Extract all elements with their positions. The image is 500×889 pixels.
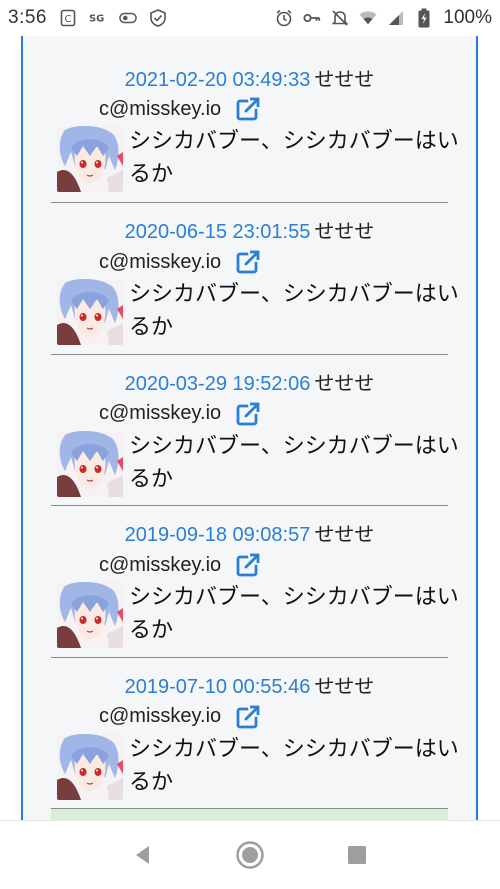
navigation-bar <box>0 820 500 889</box>
note-timestamp-link[interactable]: 2020-06-15 23:01:55 <box>125 221 311 243</box>
note-account-row: c@misskey.io <box>99 249 261 275</box>
note-text: シシカバブー、シシカバブーはいるか <box>129 281 459 339</box>
note-account-row: c@misskey.io <box>99 704 261 730</box>
note-header: 2019-07-10 00:55:46 せせせ <box>51 670 448 699</box>
note-text: シシカバブー、シシカバブーはいるか <box>129 432 459 491</box>
note-item[interactable]: 2020-06-15 23:01:55 せせせ c@misskey.io シシカ… <box>51 203 459 355</box>
note-account-row: c@misskey.io <box>99 552 261 578</box>
battery-icon <box>415 8 433 28</box>
next-note-preview[interactable] <box>51 808 448 820</box>
note-account: c@misskey.io <box>99 705 222 727</box>
timeline-frame[interactable]: 2021-02-20 03:49:33 せせせ c@misskey.io シシカ… <box>21 36 478 820</box>
note-account: c@misskey.io <box>99 553 222 576</box>
note-text: シシカバブー、シシカバブーはいるか <box>129 584 459 642</box>
note-username: せせせ <box>314 675 375 698</box>
back-button[interactable] <box>125 837 161 873</box>
note-timestamp-link[interactable]: 2020-03-29 19:52:06 <box>125 373 311 395</box>
note-timestamp-link[interactable]: 2019-07-10 00:55:46 <box>125 676 311 698</box>
notification-icon: C <box>59 9 77 27</box>
note-username: せせせ <box>314 524 375 546</box>
note-header: 2019-09-18 09:08:57 せせせ <box>51 518 448 547</box>
status-time: 3:56 <box>8 7 47 28</box>
note-header: 2020-06-15 23:01:55 せせせ <box>51 215 448 244</box>
game-notification-icon <box>119 9 137 27</box>
vpn-key-icon <box>303 9 321 27</box>
note-account: c@misskey.io <box>99 250 222 273</box>
wifi-icon <box>359 9 377 27</box>
avatar[interactable] <box>57 582 123 648</box>
mute-bell-icon <box>331 9 349 27</box>
avatar[interactable] <box>57 430 123 497</box>
note-item[interactable]: 2020-03-29 19:52:06 せせせ c@misskey.io シシカ… <box>51 355 459 506</box>
avatar[interactable] <box>57 733 123 800</box>
home-circle-icon <box>236 841 264 869</box>
note-header: 2021-02-20 03:49:33 せせせ <box>51 63 448 92</box>
note-account-row: c@misskey.io <box>99 96 261 122</box>
external-link-icon[interactable] <box>235 249 261 275</box>
note-username: せせせ <box>314 372 375 395</box>
alarm-icon <box>275 9 293 27</box>
home-button[interactable] <box>232 837 268 873</box>
note-text: シシカバブー、シシカバブーはいるか <box>129 128 459 186</box>
app-notification-icon: SG <box>89 9 107 27</box>
recents-square-icon <box>347 846 366 864</box>
note-account: c@misskey.io <box>99 97 222 120</box>
note-text: シシカバブー、シシカバブーはいるか <box>129 735 459 794</box>
avatar[interactable] <box>57 126 123 192</box>
back-triangle-icon <box>136 846 150 864</box>
svg-text:SG: SG <box>89 14 104 25</box>
note-item[interactable]: 2019-07-10 00:55:46 せせせ c@misskey.io シシカ… <box>51 658 459 809</box>
note-list: 2021-02-20 03:49:33 せせせ c@misskey.io シシカ… <box>23 36 476 809</box>
note-timestamp-link[interactable]: 2021-02-20 03:49:33 <box>125 69 311 91</box>
note-account-row: c@misskey.io <box>99 401 261 427</box>
shield-icon <box>149 9 167 27</box>
note-header: 2020-03-29 19:52:06 せせせ <box>51 367 448 396</box>
note-item[interactable]: 2019-09-18 09:08:57 せせせ c@misskey.io シシカ… <box>51 506 459 658</box>
note-username: せせせ <box>314 69 375 91</box>
recents-button[interactable] <box>339 837 375 873</box>
external-link-icon[interactable] <box>235 401 261 427</box>
note-account: c@misskey.io <box>99 402 222 424</box>
cell-signal-icon <box>387 9 405 27</box>
external-link-icon[interactable] <box>235 552 261 578</box>
avatar[interactable] <box>57 279 123 345</box>
status-bar: 3:56 C SG 100% <box>0 0 500 36</box>
note-username: せせせ <box>314 221 375 243</box>
external-link-icon[interactable] <box>235 96 261 122</box>
battery-percent: 100% <box>443 7 492 28</box>
external-link-icon[interactable] <box>235 704 261 730</box>
svg-text:C: C <box>64 14 71 25</box>
note-timestamp-link[interactable]: 2019-09-18 09:08:57 <box>125 524 311 546</box>
note-item[interactable]: 2021-02-20 03:49:33 せせせ c@misskey.io シシカ… <box>51 36 459 203</box>
